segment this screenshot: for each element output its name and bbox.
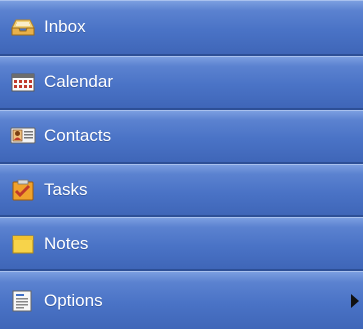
nav-item-tasks[interactable]: Tasks — [0, 163, 363, 218]
nav-item-label: Options — [44, 290, 103, 310]
tasks-icon — [10, 178, 40, 202]
nav-item-label: Tasks — [44, 179, 88, 199]
nav-item-label: Calendar — [44, 72, 113, 92]
nav-item-label: Notes — [44, 233, 89, 253]
navigation-menu: Inbox Calendar Contacts Tasks Notes Opti… — [0, 0, 363, 329]
options-icon — [10, 289, 40, 313]
nav-item-label: Contacts — [44, 126, 112, 146]
nav-item-options[interactable]: Options — [0, 271, 363, 329]
calendar-icon — [10, 70, 40, 94]
nav-item-label: Inbox — [44, 17, 86, 37]
submenu-arrow-icon — [351, 293, 359, 308]
nav-item-calendar[interactable]: Calendar — [0, 55, 363, 110]
inbox-icon — [10, 15, 40, 39]
notes-icon — [10, 232, 40, 256]
nav-item-notes[interactable]: Notes — [0, 217, 363, 272]
contacts-icon — [10, 124, 40, 148]
nav-item-contacts[interactable]: Contacts — [0, 109, 363, 164]
nav-item-inbox[interactable]: Inbox — [0, 0, 363, 56]
